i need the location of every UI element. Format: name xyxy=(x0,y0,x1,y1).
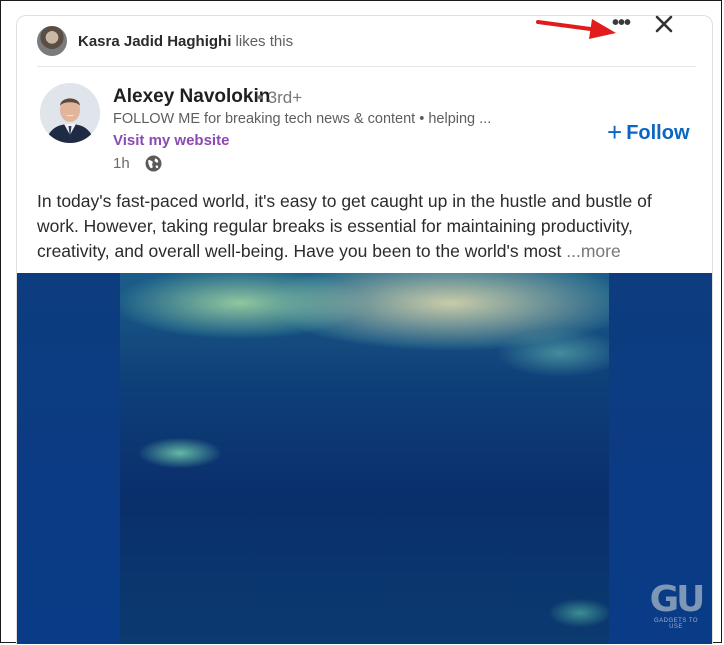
author-headline: FOLLOW ME for breaking tech news & conte… xyxy=(113,111,492,127)
actor-avatar[interactable] xyxy=(37,26,67,56)
watermark-tagline: GADGETS TO USE xyxy=(653,618,699,630)
post-body-text: In today's fast-paced world, it's easy t… xyxy=(37,191,652,261)
close-icon[interactable] xyxy=(652,12,676,36)
connection-degree: • 3rd+ xyxy=(257,88,303,107)
see-more-link[interactable]: ...more xyxy=(566,241,620,261)
watermark-logo: GU GADGETS TO USE xyxy=(648,579,706,634)
post-timestamp: 1h xyxy=(113,155,130,172)
follow-label: Follow xyxy=(626,122,690,144)
author-avatar[interactable] xyxy=(40,83,100,143)
post-video-frame[interactable] xyxy=(120,273,609,644)
plus-icon: + xyxy=(607,117,623,147)
feed-post-card: Kasra Jadid Haghighi likes this Alexey N… xyxy=(16,15,713,644)
visit-website-link[interactable]: Visit my website xyxy=(113,132,229,149)
author-name[interactable]: Alexey Navolokin xyxy=(113,86,270,108)
actor-name[interactable]: Kasra Jadid Haghighi xyxy=(78,33,231,50)
globe-icon xyxy=(145,155,162,172)
social-activity-text: Kasra Jadid Haghighi likes this xyxy=(78,33,293,50)
author-photo xyxy=(40,83,100,143)
watermark-logo-mark: GU xyxy=(649,579,706,620)
post-video-container[interactable] xyxy=(17,273,712,644)
follow-button[interactable]: + Follow xyxy=(607,117,690,148)
activity-action: likes this xyxy=(235,33,294,50)
header-divider xyxy=(37,66,696,67)
post-body: In today's fast-paced world, it's easy t… xyxy=(37,189,697,264)
red-arrow-annotation-icon xyxy=(536,19,616,39)
